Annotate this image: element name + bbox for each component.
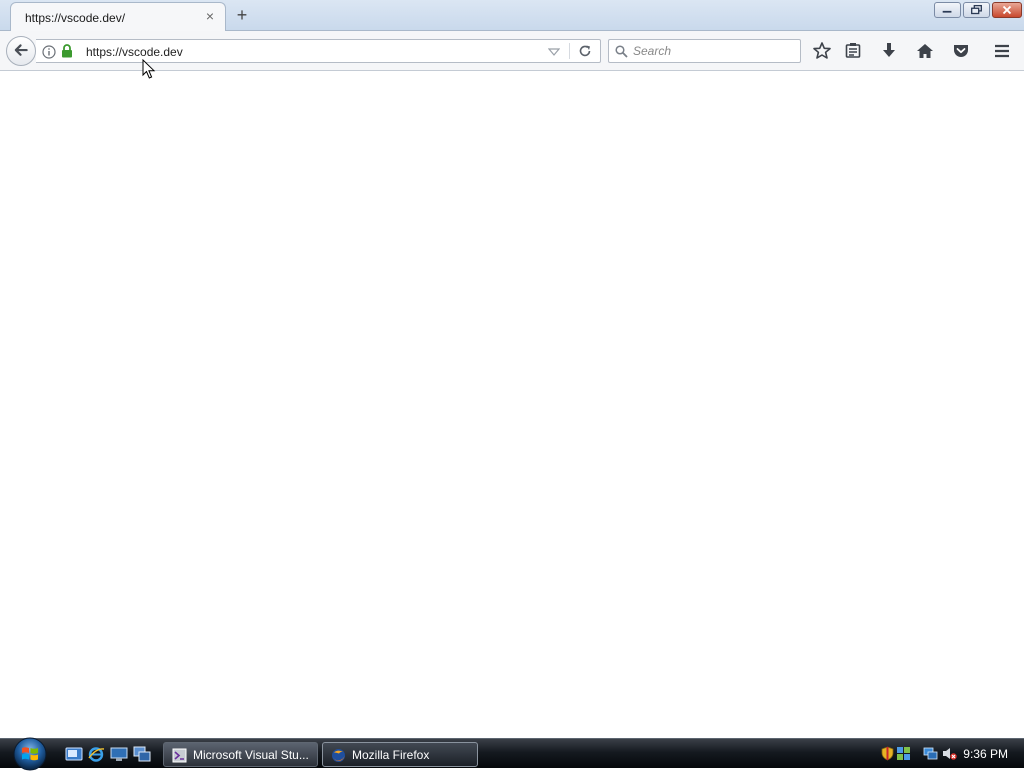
search-icon [615, 45, 628, 58]
computer-icon[interactable] [110, 746, 128, 762]
taskbar-item-visual-studio[interactable]: Microsoft Visual Stu... [163, 742, 318, 767]
reload-icon[interactable] [578, 44, 592, 58]
new-tab-button[interactable]: + [232, 5, 252, 25]
back-button[interactable] [6, 36, 36, 66]
taskbar-item-label: Microsoft Visual Stu... [193, 748, 309, 762]
search-input[interactable] [633, 43, 793, 59]
page-content [0, 72, 1024, 738]
system-tray: 9:36 PM [864, 739, 1024, 769]
search-box[interactable] [608, 39, 801, 63]
close-window-button[interactable] [992, 2, 1022, 18]
window-controls [934, 2, 1022, 18]
system-clock[interactable]: 9:36 PM [963, 747, 1008, 761]
downloads-icon[interactable] [877, 39, 901, 63]
network-icon[interactable] [923, 746, 938, 761]
start-button-icon[interactable] [10, 736, 50, 772]
back-arrow-icon [14, 44, 28, 56]
minimize-button[interactable] [934, 2, 961, 18]
internet-explorer-icon[interactable] [87, 746, 105, 762]
tab-title: https://vscode.dev/ [25, 11, 126, 25]
visual-studio-icon [172, 748, 187, 763]
minimize-icon [942, 10, 952, 13]
history-dropdown-icon[interactable] [548, 47, 560, 57]
firefox-icon [332, 749, 345, 762]
pocket-icon[interactable] [949, 39, 973, 63]
url-bar[interactable]: https://vscode.dev [36, 39, 601, 63]
switch-windows-icon[interactable] [133, 746, 151, 762]
url-text[interactable]: https://vscode.dev [86, 45, 183, 59]
restore-icon [971, 4, 982, 15]
tab-close-icon[interactable]: × [203, 9, 217, 23]
reading-list-icon[interactable] [841, 39, 865, 63]
show-desktop-icon[interactable] [65, 746, 83, 762]
mouse-cursor-icon [142, 59, 156, 79]
url-bar-divider [569, 43, 570, 59]
home-icon[interactable] [913, 39, 937, 63]
security-shield-icon[interactable] [880, 746, 895, 761]
taskbar-item-firefox[interactable]: Mozilla Firefox [322, 742, 478, 767]
menu-icon[interactable] [990, 39, 1014, 63]
network-sharing-icon[interactable] [896, 746, 911, 761]
windows-taskbar: Microsoft Visual Stu... Mozilla Firefox [0, 737, 1024, 771]
close-icon [1002, 5, 1012, 15]
restore-button[interactable] [963, 2, 990, 18]
secure-lock-icon [62, 44, 72, 58]
browser-tab-strip: https://vscode.dev/ × + [0, 0, 1024, 32]
tab-vscode[interactable]: https://vscode.dev/ × [10, 2, 226, 32]
taskbar-item-label: Mozilla Firefox [352, 748, 430, 762]
site-info-icon[interactable] [42, 45, 56, 59]
volume-muted-icon[interactable] [942, 746, 957, 761]
bookmark-star-icon[interactable] [810, 39, 834, 63]
